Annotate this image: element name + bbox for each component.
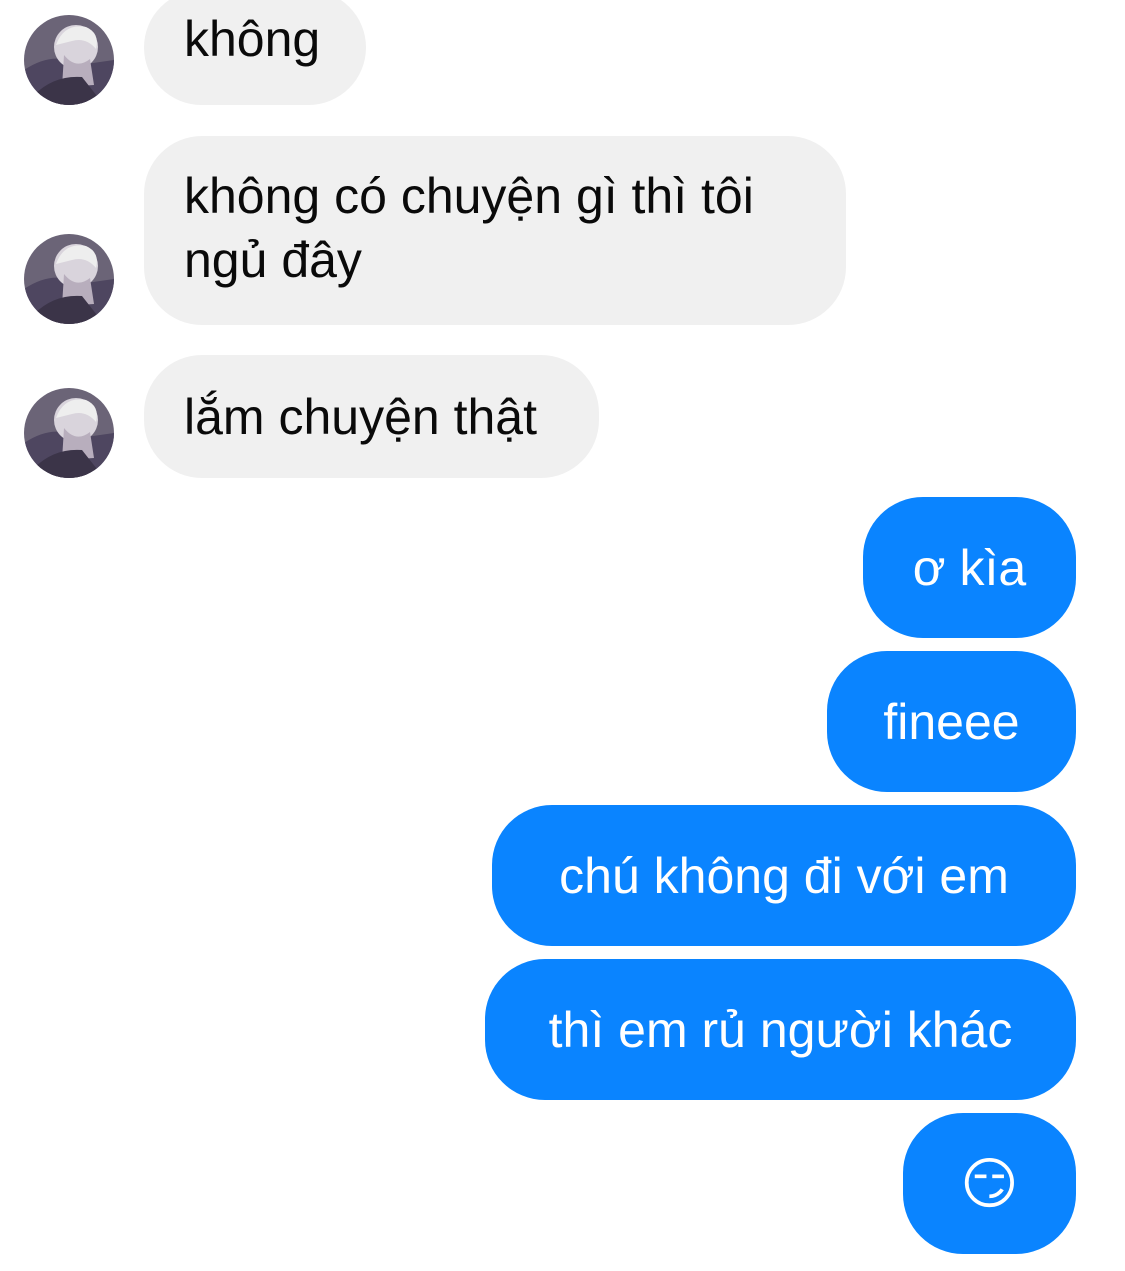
message-bubble-outgoing[interactable]: ơ kìa bbox=[863, 497, 1076, 638]
contact-avatar-icon bbox=[24, 15, 114, 105]
contact-avatar-icon bbox=[24, 234, 114, 324]
message-bubble-outgoing[interactable]: 😏 bbox=[903, 1113, 1076, 1254]
message-text: thì em rủ người khác bbox=[548, 1001, 1013, 1058]
message-text: ơ kìa bbox=[912, 539, 1027, 596]
message-bubble-incoming[interactable]: lắm chuyện thật bbox=[144, 355, 599, 478]
message-text: không có chuyện gì thì tôi ngủ đây bbox=[184, 168, 754, 288]
message-text: chú không đi với em bbox=[559, 847, 1009, 904]
message-text: fineee bbox=[883, 693, 1020, 750]
message-bubble-outgoing[interactable]: fineee bbox=[827, 651, 1076, 792]
contact-avatar[interactable] bbox=[24, 15, 114, 105]
message-text: lắm chuyện thật bbox=[184, 388, 537, 445]
contact-avatar[interactable] bbox=[24, 234, 114, 324]
smirk-emoji: 😏 bbox=[960, 1151, 1019, 1215]
message-text: không bbox=[184, 11, 321, 67]
message-bubble-incoming[interactable]: không có chuyện gì thì tôi ngủ đây bbox=[144, 136, 846, 325]
contact-avatar[interactable] bbox=[24, 388, 114, 478]
contact-avatar-icon bbox=[24, 388, 114, 478]
message-bubble-outgoing[interactable]: chú không đi với em bbox=[492, 805, 1076, 946]
message-bubble-incoming[interactable]: không bbox=[144, 0, 366, 105]
message-bubble-outgoing[interactable]: thì em rủ người khác bbox=[485, 959, 1076, 1100]
